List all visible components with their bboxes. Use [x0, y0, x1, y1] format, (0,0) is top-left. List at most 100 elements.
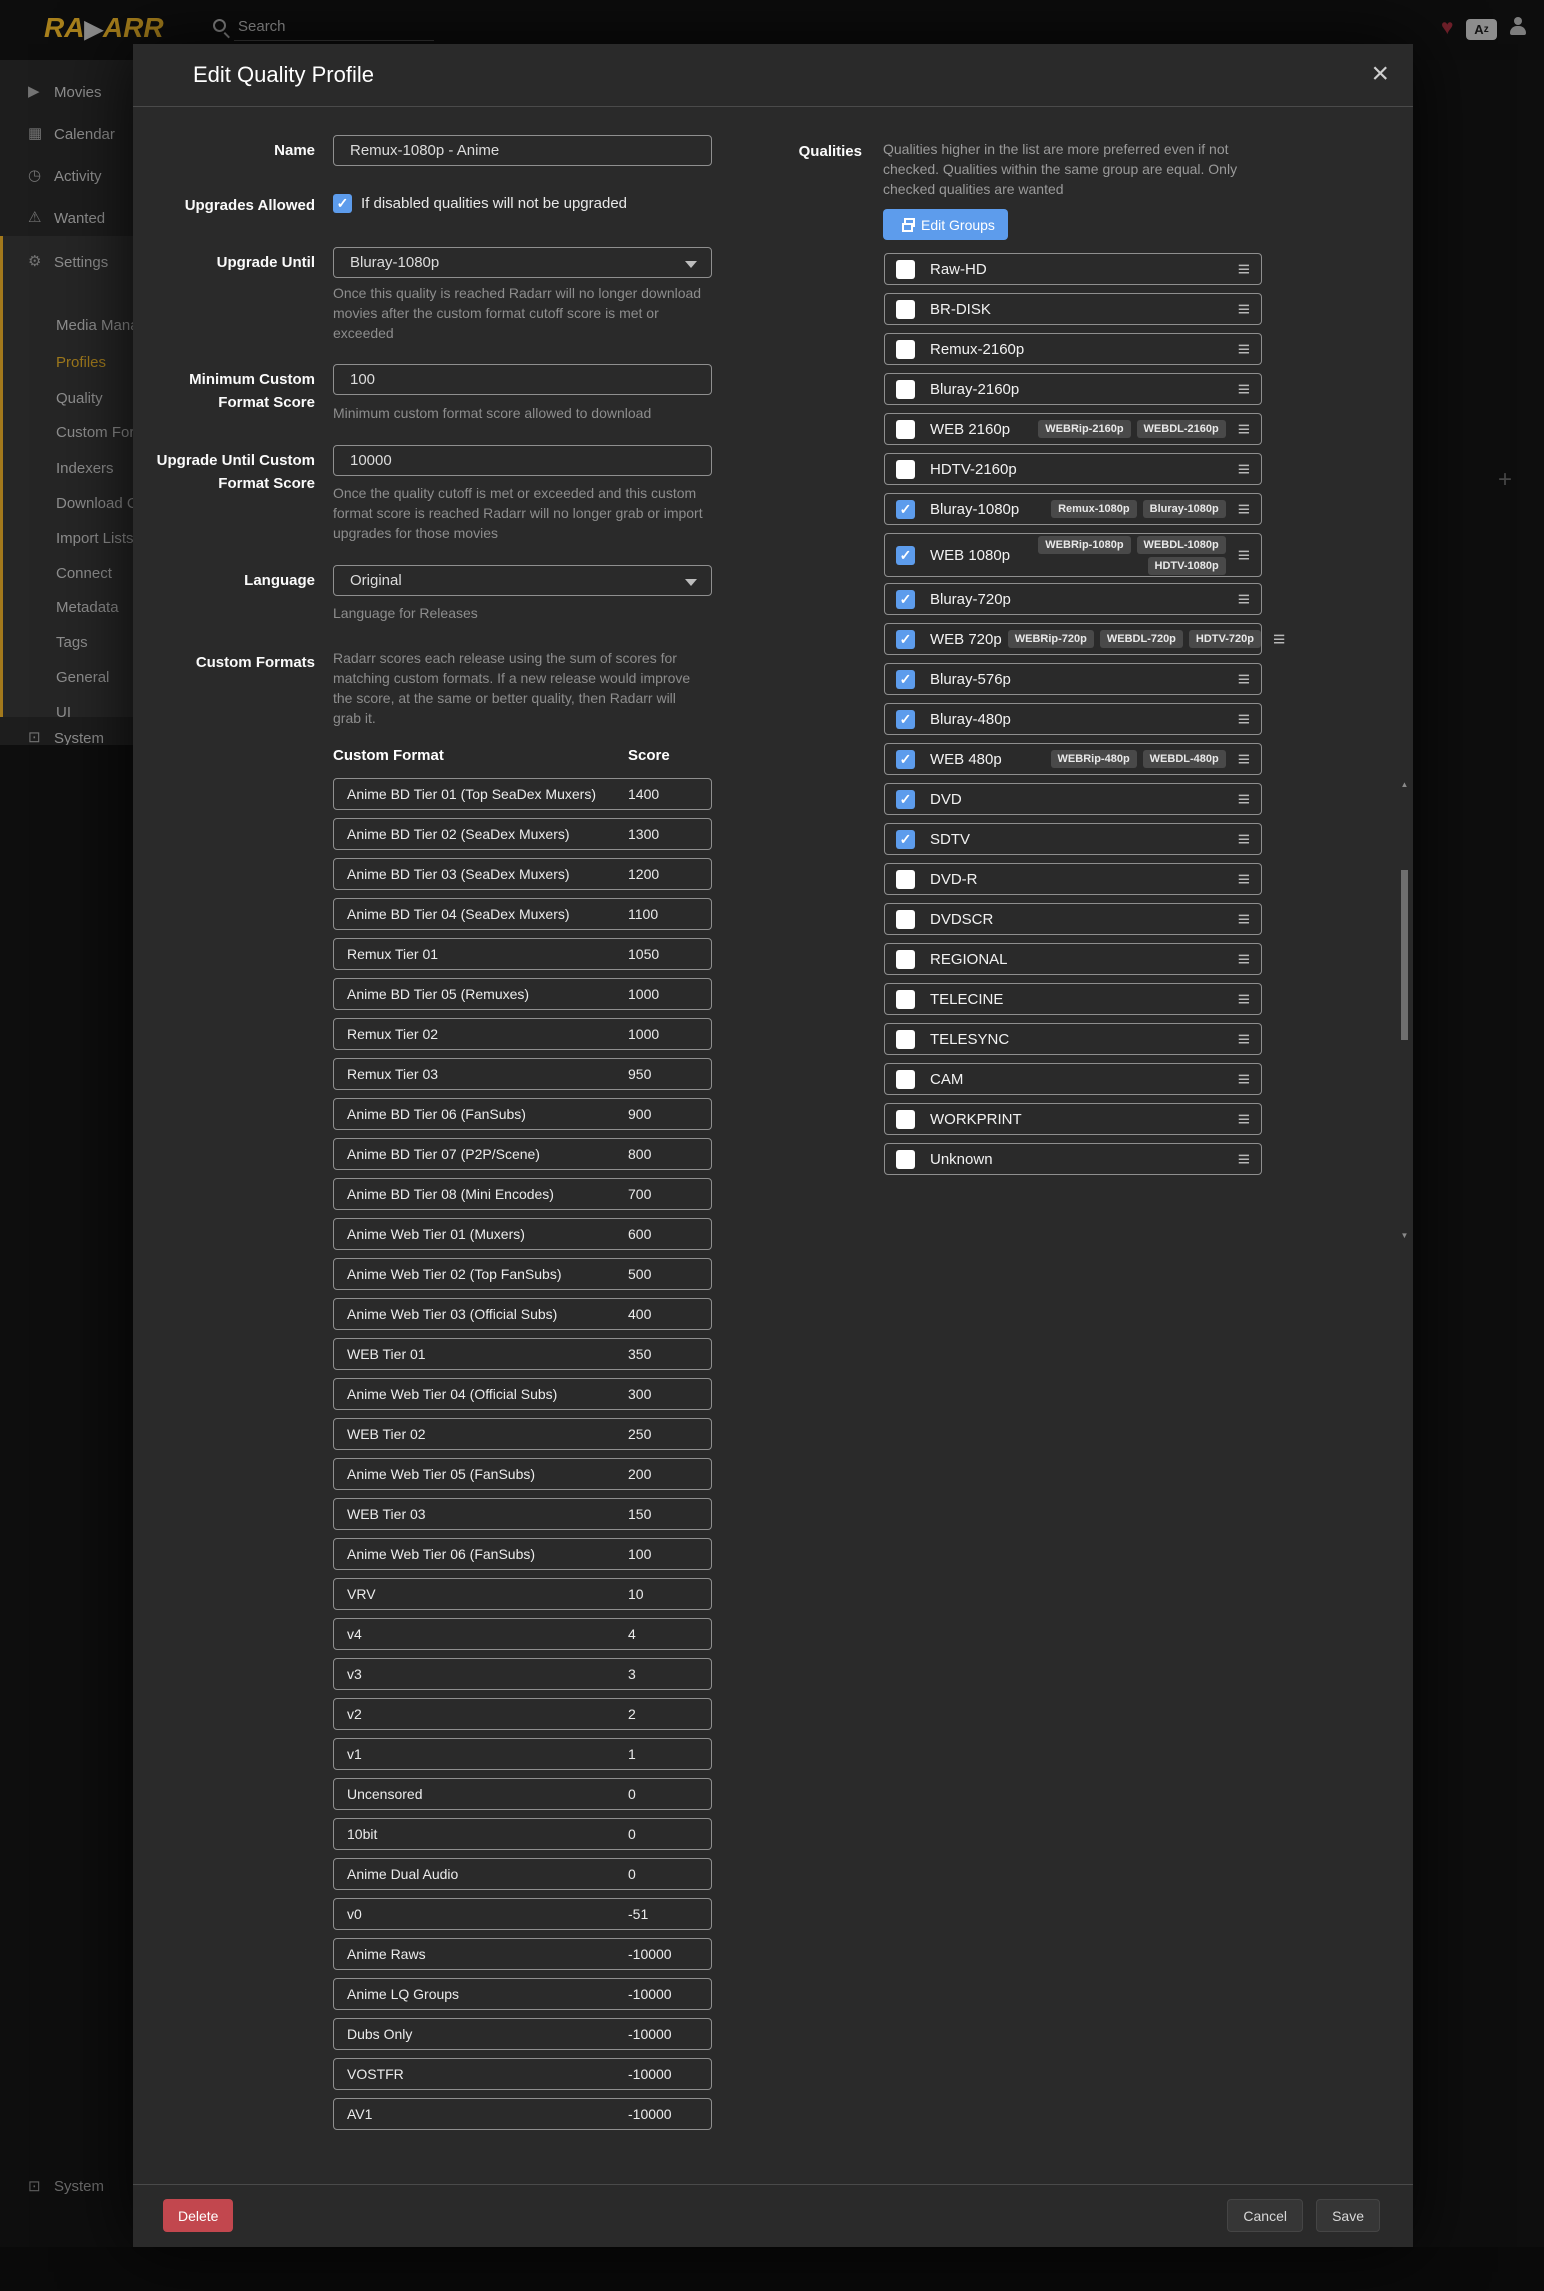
- quality-checkbox[interactable]: [896, 630, 915, 649]
- quality-item-web-1080p[interactable]: WEB 1080pWEBRip-1080pWEBDL-1080pHDTV-108…: [884, 533, 1262, 577]
- custom-format-row[interactable]: Remux Tier 03950: [333, 1058, 712, 1090]
- drag-handle-icon[interactable]: [1238, 829, 1250, 850]
- quality-checkbox[interactable]: [896, 870, 915, 889]
- sidebar-item-system[interactable]: ⊡ System: [0, 2176, 130, 2198]
- upgrades-allowed-checkbox[interactable]: [333, 194, 352, 213]
- quality-checkbox[interactable]: [896, 990, 915, 1009]
- quality-checkbox[interactable]: [896, 340, 915, 359]
- custom-format-row[interactable]: v11: [333, 1738, 712, 1770]
- quality-item-bluray-480p[interactable]: Bluray-480p: [884, 703, 1262, 735]
- quality-checkbox[interactable]: [896, 950, 915, 969]
- custom-format-row[interactable]: Anime Web Tier 04 (Official Subs)300: [333, 1378, 712, 1410]
- quality-item-raw-hd[interactable]: Raw-HD: [884, 253, 1262, 285]
- quality-checkbox[interactable]: [896, 670, 915, 689]
- quality-item-telesync[interactable]: TELESYNC: [884, 1023, 1262, 1055]
- search-input[interactable]: Search: [238, 18, 286, 35]
- custom-format-row[interactable]: Anime Raws-10000: [333, 1938, 712, 1970]
- save-button[interactable]: Save: [1316, 2199, 1380, 2232]
- custom-format-row[interactable]: Uncensored0: [333, 1778, 712, 1810]
- quality-item-hdtv-2160p[interactable]: HDTV-2160p: [884, 453, 1262, 485]
- quality-item-bluray-576p[interactable]: Bluray-576p: [884, 663, 1262, 695]
- modal-scrollbar[interactable]: ▲ ▼: [1399, 780, 1410, 1240]
- quality-checkbox[interactable]: [896, 260, 915, 279]
- custom-format-row[interactable]: WEB Tier 02250: [333, 1418, 712, 1450]
- radarr-logo[interactable]: RA▶ARR: [44, 12, 164, 44]
- quality-checkbox[interactable]: [896, 590, 915, 609]
- quality-checkbox[interactable]: [896, 500, 915, 519]
- custom-format-row[interactable]: Anime BD Tier 02 (SeaDex Muxers)1300: [333, 818, 712, 850]
- quality-item-dvdscr[interactable]: DVDSCR: [884, 903, 1262, 935]
- custom-format-row[interactable]: v44: [333, 1618, 712, 1650]
- quality-checkbox[interactable]: [896, 300, 915, 319]
- drag-handle-icon[interactable]: [1238, 989, 1250, 1010]
- custom-format-row[interactable]: AV1-10000: [333, 2098, 712, 2130]
- quality-item-web-720p[interactable]: WEB 720pWEBRip-720pWEBDL-720pHDTV-720p: [884, 623, 1262, 655]
- quality-checkbox[interactable]: [896, 790, 915, 809]
- quality-checkbox[interactable]: [896, 380, 915, 399]
- custom-format-row[interactable]: Anime BD Tier 08 (Mini Encodes)700: [333, 1178, 712, 1210]
- scroll-up-icon[interactable]: ▲: [1399, 780, 1410, 789]
- drag-handle-icon[interactable]: [1238, 1109, 1250, 1130]
- scrollbar-thumb[interactable]: [1401, 870, 1408, 1040]
- custom-format-row[interactable]: WEB Tier 01350: [333, 1338, 712, 1370]
- quality-checkbox[interactable]: [896, 546, 915, 565]
- drag-handle-icon[interactable]: [1238, 589, 1250, 610]
- translate-icon[interactable]: [1466, 19, 1497, 40]
- custom-format-row[interactable]: v0-51: [333, 1898, 712, 1930]
- quality-checkbox[interactable]: [896, 910, 915, 929]
- quality-item-bluray-2160p[interactable]: Bluray-2160p: [884, 373, 1262, 405]
- drag-handle-icon[interactable]: [1238, 949, 1250, 970]
- drag-handle-icon[interactable]: [1238, 379, 1250, 400]
- drag-handle-icon[interactable]: [1238, 419, 1250, 440]
- min-format-score-input[interactable]: 100: [333, 364, 712, 395]
- quality-checkbox[interactable]: [896, 750, 915, 769]
- custom-format-row[interactable]: Anime BD Tier 05 (Remuxes)1000: [333, 978, 712, 1010]
- custom-format-row[interactable]: Anime Web Tier 02 (Top FanSubs)500: [333, 1258, 712, 1290]
- custom-format-row[interactable]: Anime BD Tier 01 (Top SeaDex Muxers)1400: [333, 778, 712, 810]
- quality-item-remux-2160p[interactable]: Remux-2160p: [884, 333, 1262, 365]
- drag-handle-icon[interactable]: [1238, 709, 1250, 730]
- custom-format-row[interactable]: Anime BD Tier 03 (SeaDex Muxers)1200: [333, 858, 712, 890]
- drag-handle-icon[interactable]: [1238, 459, 1250, 480]
- quality-item-unknown[interactable]: Unknown: [884, 1143, 1262, 1175]
- quality-item-bluray-1080p[interactable]: Bluray-1080pRemux-1080pBluray-1080p: [884, 493, 1262, 525]
- quality-item-sdtv[interactable]: SDTV: [884, 823, 1262, 855]
- drag-handle-icon[interactable]: [1238, 259, 1250, 280]
- quality-checkbox[interactable]: [896, 1150, 915, 1169]
- donate-heart-icon[interactable]: [1441, 16, 1453, 40]
- drag-handle-icon[interactable]: [1238, 545, 1250, 566]
- scroll-down-icon[interactable]: ▼: [1399, 1231, 1410, 1240]
- drag-handle-icon[interactable]: [1238, 339, 1250, 360]
- delete-button[interactable]: Delete: [163, 2199, 233, 2232]
- custom-format-row[interactable]: Dubs Only-10000: [333, 2018, 712, 2050]
- quality-checkbox[interactable]: [896, 460, 915, 479]
- quality-checkbox[interactable]: [896, 420, 915, 439]
- quality-item-br-disk[interactable]: BR-DISK: [884, 293, 1262, 325]
- custom-format-row[interactable]: VRV10: [333, 1578, 712, 1610]
- upgrade-until-score-input[interactable]: 10000: [333, 445, 712, 476]
- name-input[interactable]: Remux-1080p - Anime: [333, 135, 712, 166]
- custom-format-row[interactable]: Anime Web Tier 06 (FanSubs)100: [333, 1538, 712, 1570]
- custom-format-row[interactable]: Anime Web Tier 03 (Official Subs)400: [333, 1298, 712, 1330]
- custom-format-row[interactable]: Anime BD Tier 06 (FanSubs)900: [333, 1098, 712, 1130]
- drag-handle-icon[interactable]: [1238, 749, 1250, 770]
- quality-item-bluray-720p[interactable]: Bluray-720p: [884, 583, 1262, 615]
- quality-item-dvd-r[interactable]: DVD-R: [884, 863, 1262, 895]
- quality-item-web-2160p[interactable]: WEB 2160pWEBRip-2160pWEBDL-2160p: [884, 413, 1262, 445]
- custom-format-row[interactable]: Anime Dual Audio0: [333, 1858, 712, 1890]
- quality-item-web-480p[interactable]: WEB 480pWEBRip-480pWEBDL-480p: [884, 743, 1262, 775]
- drag-handle-icon[interactable]: [1238, 1149, 1250, 1170]
- drag-handle-icon[interactable]: [1238, 299, 1250, 320]
- cancel-button[interactable]: Cancel: [1227, 2199, 1303, 2232]
- drag-handle-icon[interactable]: [1238, 909, 1250, 930]
- search-icon[interactable]: [213, 19, 226, 32]
- quality-checkbox[interactable]: [896, 830, 915, 849]
- custom-format-row[interactable]: Anime Web Tier 01 (Muxers)600: [333, 1218, 712, 1250]
- edit-groups-button[interactable]: Edit Groups: [883, 209, 1008, 240]
- quality-item-cam[interactable]: CAM: [884, 1063, 1262, 1095]
- quality-checkbox[interactable]: [896, 1070, 915, 1089]
- drag-handle-icon[interactable]: [1238, 669, 1250, 690]
- custom-format-row[interactable]: Remux Tier 011050: [333, 938, 712, 970]
- drag-handle-icon[interactable]: [1238, 499, 1250, 520]
- quality-item-regional[interactable]: REGIONAL: [884, 943, 1262, 975]
